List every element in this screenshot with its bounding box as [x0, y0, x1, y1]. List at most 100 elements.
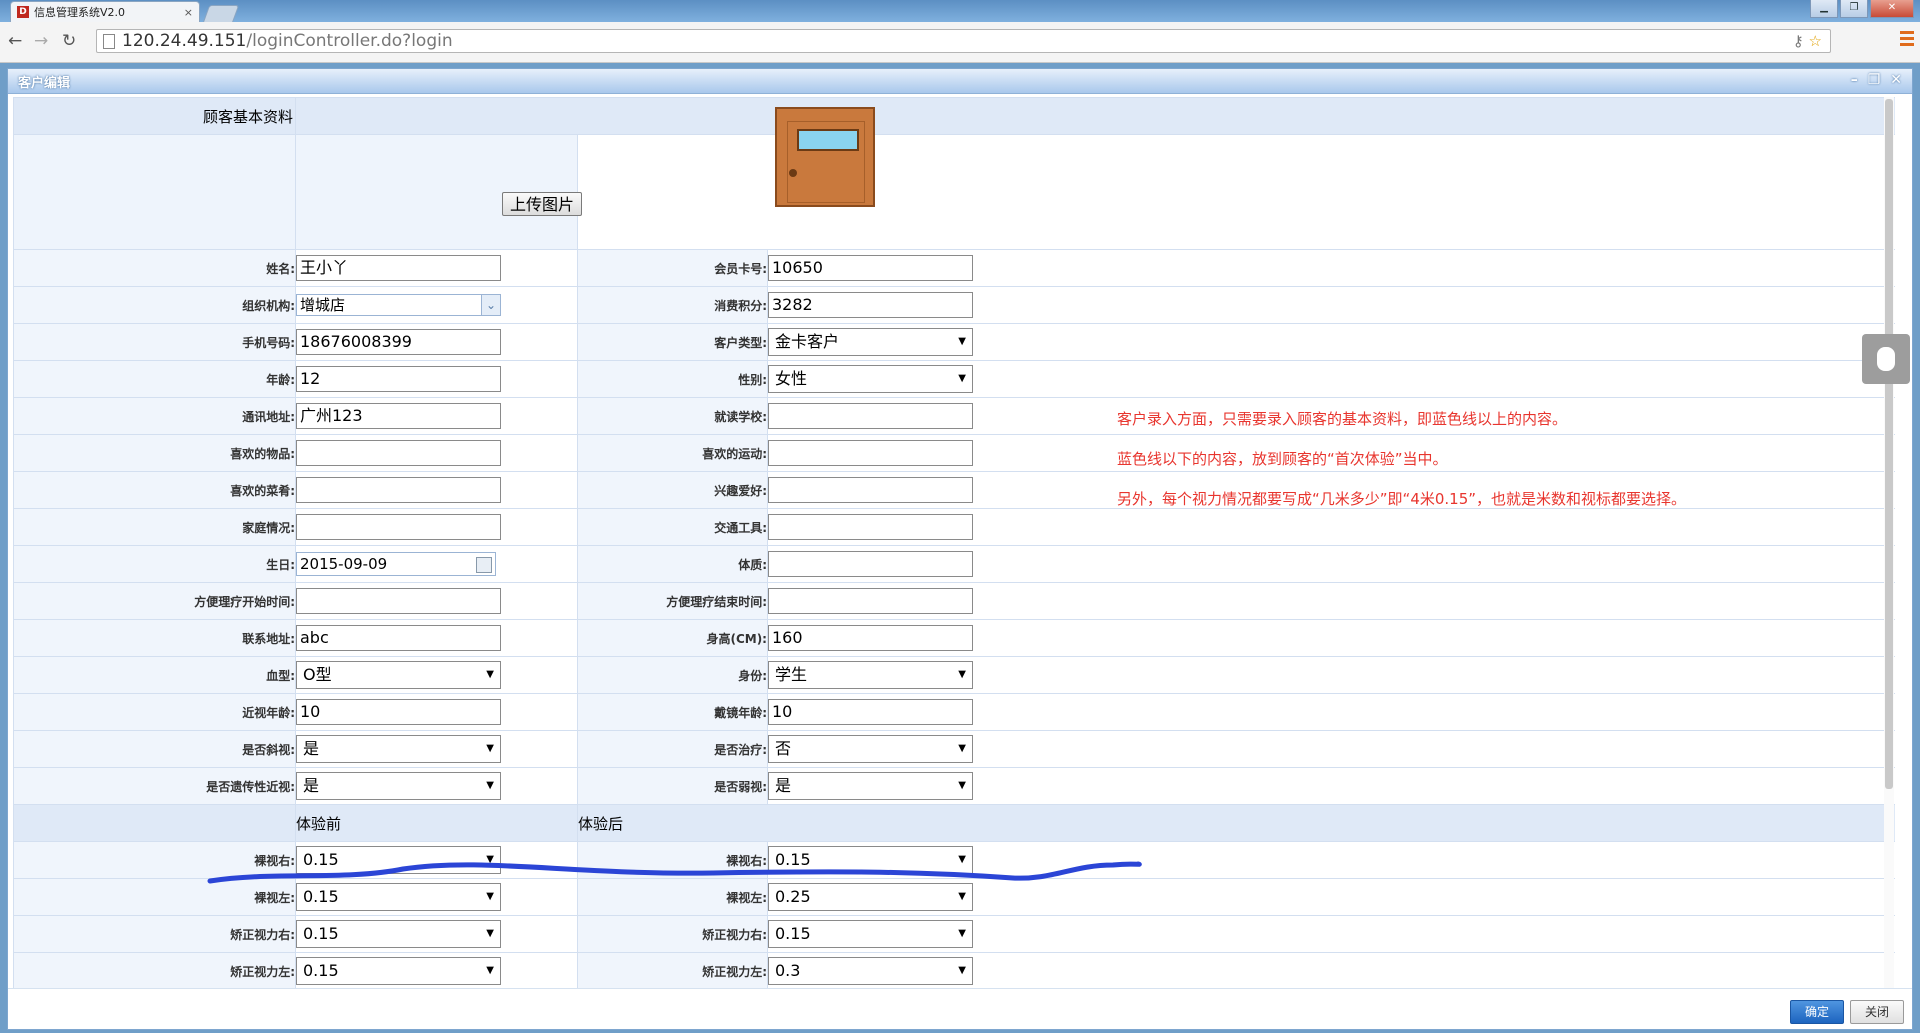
select-field[interactable]: 0.15 ▼: [768, 846, 973, 874]
text-input[interactable]: [296, 477, 501, 503]
select-field[interactable]: 0.15 ▼: [296, 920, 501, 948]
text-input[interactable]: [296, 514, 501, 540]
text-input[interactable]: [296, 588, 501, 614]
text-input[interactable]: [768, 588, 973, 614]
form-row: 手机号码: 18676008399 客户类型: 金卡客户 ▼: [13, 323, 1895, 361]
select-field[interactable]: 0.15 ▼: [296, 846, 501, 874]
minimize-window-icon[interactable]: ▁: [1810, 0, 1838, 18]
browser-toolbar: ← → ↻ 120.24.49.151/loginController.do?l…: [0, 22, 1920, 63]
select-field[interactable]: 0.3 ▼: [768, 957, 973, 985]
close-window-icon[interactable]: ✕: [1870, 0, 1914, 18]
dropdown-arrow-icon: ▼: [486, 780, 494, 791]
text-input[interactable]: 18676008399: [296, 329, 501, 355]
dropdown-arrow-icon: ▼: [958, 669, 966, 680]
key-icon[interactable]: ⚷: [1793, 32, 1804, 50]
field-label: 喜欢的运动:: [577, 434, 768, 472]
new-tab-button[interactable]: [202, 5, 240, 23]
select-field[interactable]: 是 ▼: [296, 772, 501, 800]
select-field[interactable]: 0.15 ▼: [296, 957, 501, 985]
vision-row: 裸视左: 0.15 ▼ 裸视左: 0.25 ▼: [13, 878, 1895, 916]
text-input[interactable]: [296, 440, 501, 466]
field-label: 矫正视力左:: [577, 952, 768, 989]
field-label: 裸视左:: [13, 878, 296, 916]
close-icon[interactable]: ✕: [1890, 72, 1902, 88]
text-input[interactable]: 160: [768, 625, 973, 651]
text-input[interactable]: [768, 477, 973, 503]
select-field[interactable]: 学生 ▼: [768, 661, 973, 689]
ok-button[interactable]: 确定: [1790, 1000, 1844, 1024]
menu-icon[interactable]: [1900, 31, 1914, 49]
forward-icon[interactable]: →: [34, 31, 48, 51]
dropdown-arrow-icon: ▼: [958, 743, 966, 754]
field-label: 交通工具:: [577, 508, 768, 546]
text-input[interactable]: 10: [296, 699, 501, 725]
vertical-scrollbar[interactable]: [1884, 97, 1894, 989]
field-label: 矫正视力右:: [13, 915, 296, 953]
tab-title: 信息管理系统V2.0: [34, 6, 126, 19]
select-field[interactable]: 0.15 ▼: [768, 920, 973, 948]
date-field[interactable]: 2015-09-09: [296, 552, 496, 576]
address-bar[interactable]: 120.24.49.151/loginController.do?login ⚷…: [96, 29, 1831, 53]
maximize-icon[interactable]: ❐: [1868, 72, 1881, 88]
select-field[interactable]: 女性 ▼: [768, 365, 973, 393]
form-row: 姓名: 王小丫 会员卡号: 10650: [13, 249, 1895, 287]
field-label: 通讯地址:: [13, 397, 296, 435]
reload-icon[interactable]: ↻: [62, 31, 76, 51]
dropdown-arrow-icon: ▼: [958, 373, 966, 384]
browser-tab[interactable]: D 信息管理系统V2.0 ×: [10, 1, 200, 22]
minimize-icon[interactable]: –: [1851, 72, 1858, 88]
combo-field[interactable]: 增城店 ⌄: [296, 294, 501, 316]
text-input[interactable]: 12: [296, 366, 501, 392]
dropdown-arrow-icon: ▼: [958, 891, 966, 902]
floating-mouse-button[interactable]: [1862, 334, 1910, 384]
form-row: 组织机构: 增城店 ⌄ 消费积分: 3282: [13, 286, 1895, 324]
restore-window-icon[interactable]: ❐: [1840, 0, 1868, 18]
text-input[interactable]: [768, 514, 973, 540]
field-label: 生日:: [13, 545, 296, 583]
text-input[interactable]: [768, 551, 973, 577]
close-button[interactable]: 关闭: [1850, 1000, 1904, 1024]
field-label: 矫正视力左:: [13, 952, 296, 989]
form-row: 近视年龄: 10 戴镜年龄: 10: [13, 693, 1895, 731]
vision-row: 矫正视力右: 0.15 ▼ 矫正视力右: 0.15 ▼: [13, 915, 1895, 953]
chevron-down-icon[interactable]: ⌄: [481, 295, 500, 315]
upload-photo-button[interactable]: 上传图片: [502, 192, 582, 216]
field-label: 方便理疗结束时间:: [577, 582, 768, 620]
text-input[interactable]: 王小丫: [296, 255, 501, 281]
text-input[interactable]: [768, 440, 973, 466]
calendar-icon[interactable]: [476, 557, 492, 573]
field-label: 近视年龄:: [13, 693, 296, 731]
star-icon[interactable]: ☆: [1809, 32, 1822, 50]
field-label: 喜欢的物品:: [13, 434, 296, 472]
text-input[interactable]: 广州123: [296, 403, 501, 429]
dialog-title: 客户编辑: [18, 75, 71, 91]
field-label: 是否遗传性近视:: [13, 767, 296, 805]
vision-row: 裸视右: 0.15 ▼ 裸视右: 0.15 ▼: [13, 841, 1895, 879]
select-field[interactable]: 0.15 ▼: [296, 883, 501, 911]
text-input[interactable]: 3282: [768, 292, 973, 318]
text-input[interactable]: 10: [768, 699, 973, 725]
app-favicon-icon: D: [17, 6, 29, 18]
back-icon[interactable]: ←: [8, 31, 22, 51]
dropdown-arrow-icon: ▼: [486, 854, 494, 865]
field-label: 兴趣爱好:: [577, 471, 768, 509]
section-before-title: 体验前: [295, 804, 578, 842]
form-row: 喜欢的物品: 喜欢的运动:: [13, 434, 1895, 472]
text-input[interactable]: abc: [296, 625, 501, 651]
select-field[interactable]: O型 ▼: [296, 661, 501, 689]
field-label: 消费积分:: [577, 286, 768, 324]
browser-tab-bar: D 信息管理系统V2.0 × ▁ ❐ ✕: [0, 0, 1920, 23]
tab-close-icon[interactable]: ×: [184, 6, 193, 19]
dropdown-arrow-icon: ▼: [486, 743, 494, 754]
select-field[interactable]: 金卡客户 ▼: [768, 328, 973, 356]
select-field[interactable]: 0.25 ▼: [768, 883, 973, 911]
select-field[interactable]: 否 ▼: [768, 735, 973, 763]
select-field[interactable]: 是 ▼: [296, 735, 501, 763]
form-row: 血型: O型 ▼ 身份: 学生 ▼: [13, 656, 1895, 694]
form-row: 生日: 2015-09-09 体质:: [13, 545, 1895, 583]
select-field[interactable]: 是 ▼: [768, 772, 973, 800]
field-label: 是否治疗:: [577, 730, 768, 768]
text-input[interactable]: [768, 403, 973, 429]
form-row: 是否遗传性近视: 是 ▼ 是否弱视: 是 ▼: [13, 767, 1895, 805]
text-input[interactable]: 10650: [768, 255, 973, 281]
